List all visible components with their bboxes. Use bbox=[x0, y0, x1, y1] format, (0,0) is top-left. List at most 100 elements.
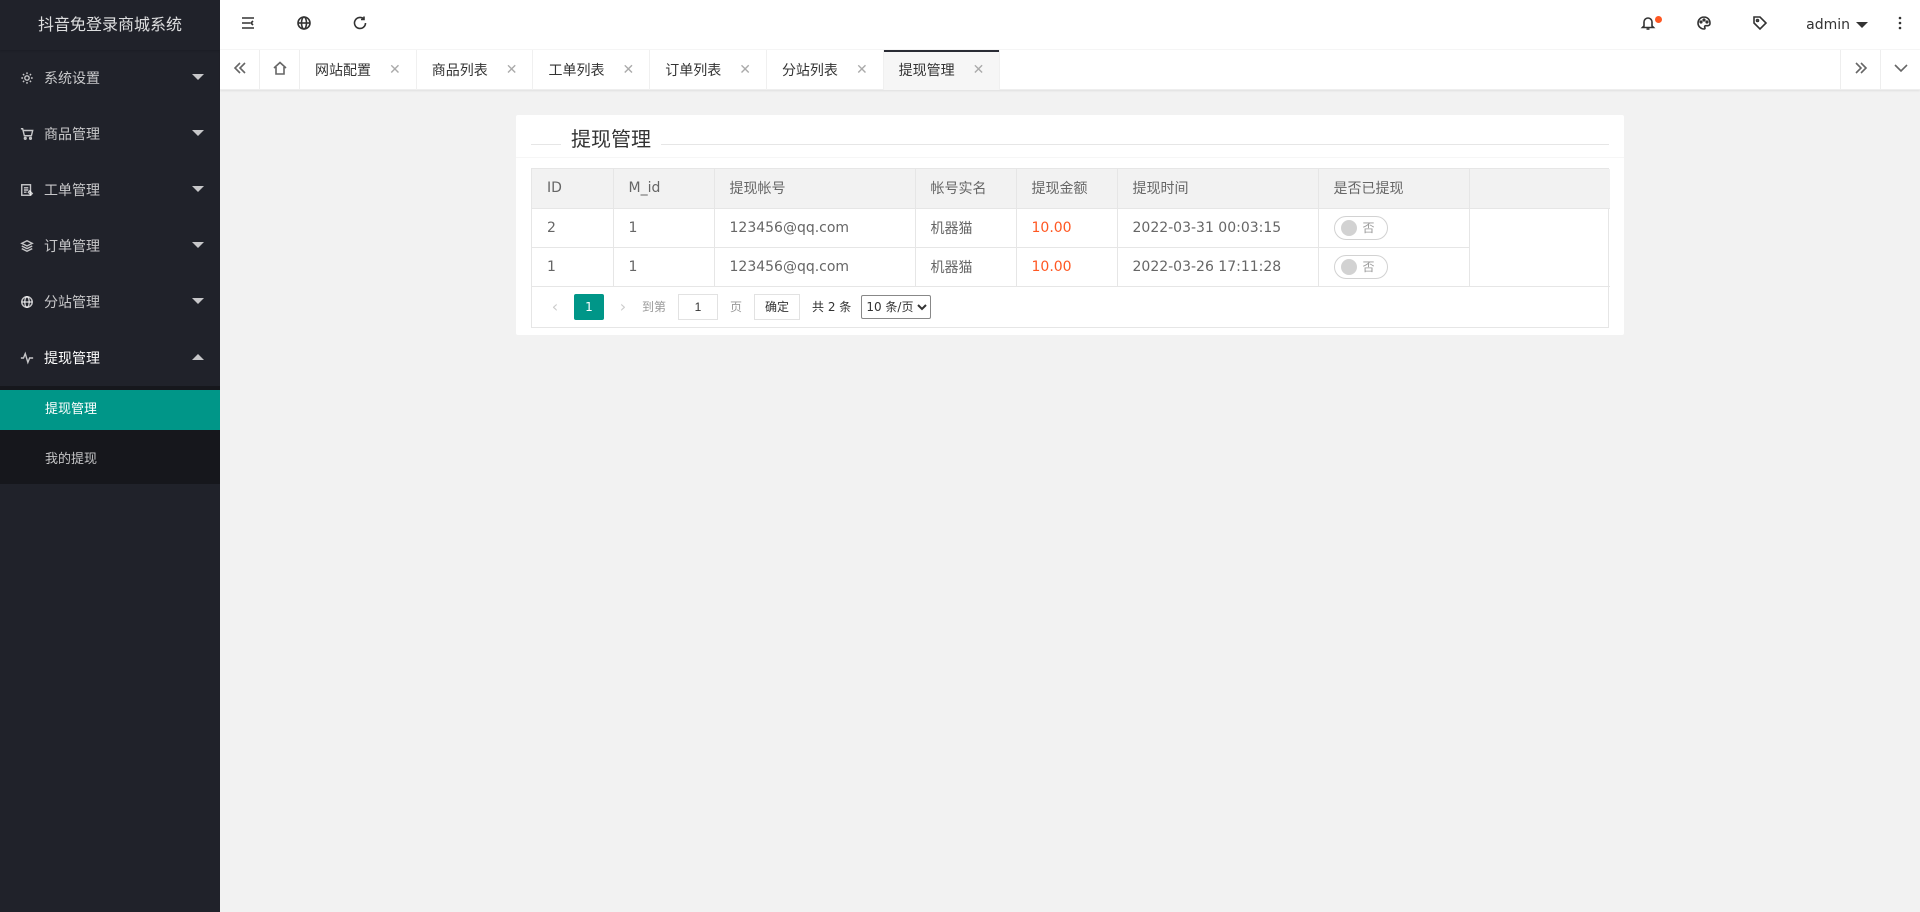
current-page[interactable]: 1 bbox=[574, 293, 604, 320]
table-row[interactable]: 1 1 123456@qq.com 机器猫 10.00 2022-03-26 1… bbox=[532, 247, 1610, 287]
sidebar-item-withdrawals[interactable]: 提现管理 bbox=[0, 330, 220, 386]
tab-home[interactable] bbox=[260, 50, 300, 90]
goto-confirm-button[interactable]: 确定 bbox=[754, 293, 801, 320]
sidebar-item-label: 订单管理 bbox=[44, 239, 100, 255]
table-header-row: ID M_id 提现帐号 帐号实名 提现金额 提现时间 是否已提现 bbox=[532, 169, 1610, 209]
tab-label: 工单列表 bbox=[548, 63, 605, 79]
chevron-down-icon bbox=[192, 298, 204, 304]
cell-id: 1 bbox=[532, 247, 614, 287]
sidebar-item-substations[interactable]: 分站管理 bbox=[0, 274, 220, 330]
close-icon[interactable]: ✕ bbox=[838, 62, 868, 78]
more-button[interactable] bbox=[1880, 0, 1920, 50]
toggle-label: 否 bbox=[1362, 221, 1375, 235]
website-button[interactable] bbox=[276, 0, 332, 50]
goto-label: 到第 bbox=[642, 300, 667, 314]
page-tabs: 网站配置 ✕ 商品列表 ✕ 工单列表 ✕ 订单列表 ✕ 分站列表 ✕ 提现管理 … bbox=[220, 50, 1920, 90]
sidebar-item-orders[interactable]: 订单管理 bbox=[0, 218, 220, 274]
caret-down-icon bbox=[1856, 21, 1868, 28]
column-header-mid[interactable]: M_id bbox=[613, 169, 715, 209]
close-icon[interactable]: ✕ bbox=[371, 62, 401, 78]
menu-fold-button[interactable] bbox=[220, 0, 276, 50]
palette-icon bbox=[1696, 15, 1712, 35]
tabs-scroll-left-button[interactable] bbox=[220, 50, 260, 90]
chevron-down-icon bbox=[1893, 60, 1909, 80]
app-logo-title: 抖音免登录商城系统 bbox=[0, 0, 220, 50]
tab-withdrawal-management[interactable]: 提现管理 ✕ bbox=[883, 50, 1001, 90]
chevron-up-icon bbox=[192, 354, 204, 360]
column-header-withdrawn[interactable]: 是否已提现 bbox=[1318, 169, 1470, 209]
refresh-button[interactable] bbox=[332, 0, 388, 50]
theme-button[interactable] bbox=[1676, 0, 1732, 50]
gear-icon bbox=[20, 71, 34, 85]
column-header-real-name[interactable]: 帐号实名 bbox=[915, 169, 1017, 209]
toggle-label: 否 bbox=[1362, 260, 1375, 274]
close-icon[interactable]: ✕ bbox=[488, 62, 518, 78]
ticket-icon bbox=[20, 183, 34, 197]
tabs-menu-button[interactable] bbox=[1880, 50, 1920, 90]
column-header-amount[interactable]: 提现金额 bbox=[1016, 169, 1118, 209]
tab-label: 订单列表 bbox=[665, 63, 722, 79]
sidebar: 抖音免登录商城系统 系统设置 商品管理 工单管理 订单管理 分站管理 提现管理 … bbox=[0, 0, 220, 912]
chevron-down-icon bbox=[192, 186, 204, 192]
tab-site-config[interactable]: 网站配置 ✕ bbox=[300, 50, 417, 90]
close-icon[interactable]: ✕ bbox=[955, 62, 985, 78]
tab-order-list[interactable]: 订单列表 ✕ bbox=[650, 50, 767, 90]
sidebar-subitem-my-withdrawals[interactable]: 我的提现 bbox=[0, 440, 220, 480]
bell-icon bbox=[1640, 15, 1656, 35]
next-page-button[interactable]: › bbox=[610, 294, 636, 320]
close-icon[interactable]: ✕ bbox=[604, 62, 634, 78]
double-chevron-left-icon bbox=[232, 60, 248, 80]
withdrawn-toggle[interactable]: 否 bbox=[1333, 215, 1388, 240]
goto-page-input[interactable] bbox=[678, 293, 719, 320]
sidebar-item-products[interactable]: 商品管理 bbox=[0, 106, 220, 162]
notification-dot bbox=[1655, 15, 1663, 23]
user-menu[interactable]: admin bbox=[1788, 0, 1880, 50]
tab-product-list[interactable]: 商品列表 ✕ bbox=[417, 50, 534, 90]
sidebar-item-system-settings[interactable]: 系统设置 bbox=[0, 50, 220, 106]
toggle-knob bbox=[1340, 219, 1357, 236]
cell-mid: 1 bbox=[613, 208, 715, 248]
sidebar-item-label: 商品管理 bbox=[44, 127, 100, 143]
globe-icon bbox=[296, 15, 312, 35]
tabs-scroll-right-button[interactable] bbox=[1840, 50, 1880, 90]
close-icon[interactable]: ✕ bbox=[721, 62, 751, 78]
top-header: admin bbox=[220, 0, 1920, 50]
page-title: 提现管理 bbox=[561, 123, 661, 152]
column-header-filler bbox=[1469, 169, 1610, 209]
tab-label: 网站配置 bbox=[315, 63, 371, 79]
total-count: 共 2 条 bbox=[812, 300, 852, 314]
layers-icon bbox=[20, 239, 34, 253]
sidebar-item-label: 系统设置 bbox=[44, 71, 100, 87]
pagination: ‹ 1 › 到第 页 确定 共 2 条 10 条/页 bbox=[532, 287, 1608, 327]
cell-amount: 10.00 bbox=[1016, 247, 1118, 287]
table-row[interactable]: 2 1 123456@qq.com 机器猫 10.00 2022-03-31 0… bbox=[532, 208, 1610, 248]
page-size-select[interactable]: 10 条/页 bbox=[861, 294, 932, 319]
chevron-down-icon bbox=[192, 130, 204, 136]
sidebar-subitem-withdrawal-management[interactable]: 提现管理 bbox=[0, 390, 220, 430]
notification-button[interactable] bbox=[1620, 0, 1676, 50]
tab-label: 提现管理 bbox=[898, 63, 955, 79]
cell-account: 123456@qq.com bbox=[714, 208, 916, 248]
refresh-icon bbox=[352, 15, 368, 35]
tab-substation-list[interactable]: 分站列表 ✕ bbox=[767, 50, 884, 90]
cell-withdrawn: 否 bbox=[1318, 208, 1470, 248]
column-header-time[interactable]: 提现时间 bbox=[1117, 169, 1319, 209]
withdrawn-toggle[interactable]: 否 bbox=[1333, 254, 1388, 279]
card-legend: 提现管理 bbox=[531, 123, 1609, 153]
tag-icon bbox=[1752, 15, 1768, 35]
cell-time: 2022-03-31 00:03:15 bbox=[1117, 208, 1319, 248]
withdrawal-table: ID M_id 提现帐号 帐号实名 提现金额 提现时间 是否已提现 2 1 12… bbox=[531, 168, 1610, 328]
column-header-id[interactable]: ID bbox=[532, 169, 614, 209]
card-divider bbox=[516, 157, 1624, 158]
pulse-icon bbox=[20, 351, 34, 365]
tag-button[interactable] bbox=[1732, 0, 1788, 50]
more-vertical-icon bbox=[1892, 15, 1908, 35]
user-name: admin bbox=[1806, 16, 1850, 33]
prev-page-button[interactable]: ‹ bbox=[542, 294, 568, 320]
tab-label: 商品列表 bbox=[431, 63, 488, 79]
tab-label: 分站列表 bbox=[781, 63, 838, 79]
tab-ticket-list[interactable]: 工单列表 ✕ bbox=[533, 50, 651, 90]
sidebar-item-tickets[interactable]: 工单管理 bbox=[0, 162, 220, 218]
toggle-knob bbox=[1340, 258, 1357, 275]
column-header-account[interactable]: 提现帐号 bbox=[714, 169, 916, 209]
